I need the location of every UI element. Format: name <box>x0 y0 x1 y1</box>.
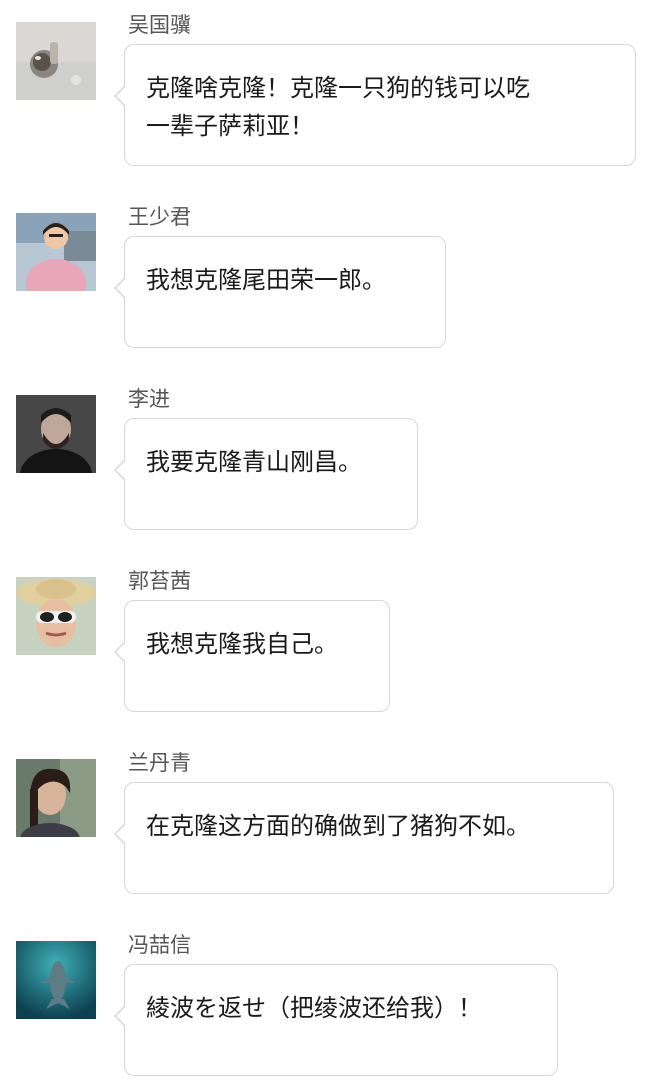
avatar[interactable] <box>16 395 96 473</box>
avatar-dolphin-underwater-icon <box>16 941 96 1019</box>
avatar-straw-hat-sunglasses-icon <box>16 577 96 655</box>
commenter-name: 李进 <box>128 387 170 411</box>
avatar[interactable] <box>16 22 96 100</box>
comment-bubble: 綾波を返せ（把绫波还给我）！ <box>114 964 558 1076</box>
comment-bubble: 我想克隆我自己。 <box>114 600 390 712</box>
comment-bubble: 克隆啥克隆！克隆一只狗的钱可以吃 一辈子萨莉亚！ <box>114 44 636 166</box>
comment-bubble: 在克隆这方面的确做到了猪狗不如。 <box>114 782 614 894</box>
avatar[interactable] <box>16 759 96 837</box>
comment-bubble: 我想克隆尾田荣一郎。 <box>114 236 446 348</box>
commenter-name: 郭苔茜 <box>128 569 191 593</box>
avatar[interactable] <box>16 941 96 1019</box>
commenter-name: 王少君 <box>128 205 191 229</box>
comment-bubble: 我要克隆青山刚昌。 <box>114 418 418 530</box>
avatar-bearded-man-icon <box>16 395 96 473</box>
commenter-name: 兰丹青 <box>128 751 191 775</box>
commenter-name: 吴国骥 <box>128 13 191 37</box>
avatar[interactable] <box>16 577 96 655</box>
avatar-woman-pink-sweater-icon <box>16 213 96 291</box>
avatar-woman-portrait-icon <box>16 759 96 837</box>
avatar[interactable] <box>16 213 96 291</box>
avatar-glass-ball-icon <box>16 22 96 100</box>
commenter-name: 冯喆信 <box>128 933 191 957</box>
